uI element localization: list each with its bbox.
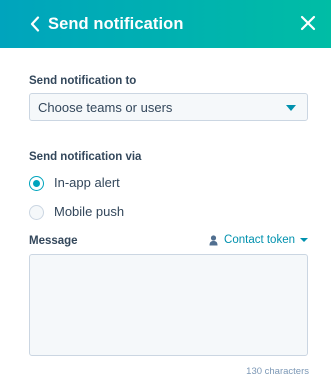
send-via-label: Send notification via: [29, 151, 142, 163]
radio-in-app-alert[interactable]: In-app alert: [29, 174, 120, 192]
back-button[interactable]: [26, 12, 44, 36]
panel-header: Send notification: [0, 0, 331, 48]
panel-title: Send notification: [48, 15, 184, 33]
radio-mobile-push[interactable]: Mobile push: [29, 203, 124, 221]
radio-checked-icon[interactable]: [29, 175, 44, 191]
chevron-left-icon: [30, 16, 40, 32]
radio-label-in-app: In-app alert: [54, 175, 120, 190]
person-icon: [209, 234, 218, 245]
radio-unchecked-icon[interactable]: [29, 204, 44, 220]
caret-down-icon: [286, 105, 296, 111]
character-count: 130 characters: [246, 366, 309, 377]
close-icon: [300, 15, 316, 31]
message-textarea[interactable]: [29, 254, 308, 356]
radio-label-mobile: Mobile push: [54, 204, 125, 219]
contact-token-label: Contact token: [224, 234, 295, 246]
send-to-label: Send notification to: [29, 75, 137, 87]
caret-down-icon: [300, 238, 308, 242]
close-button[interactable]: [297, 12, 319, 34]
recipients-select-value: Choose teams or users: [38, 100, 173, 115]
contact-token-link[interactable]: Contact token: [209, 233, 308, 247]
recipients-select[interactable]: Choose teams or users: [29, 93, 308, 121]
message-label: Message: [29, 235, 78, 247]
